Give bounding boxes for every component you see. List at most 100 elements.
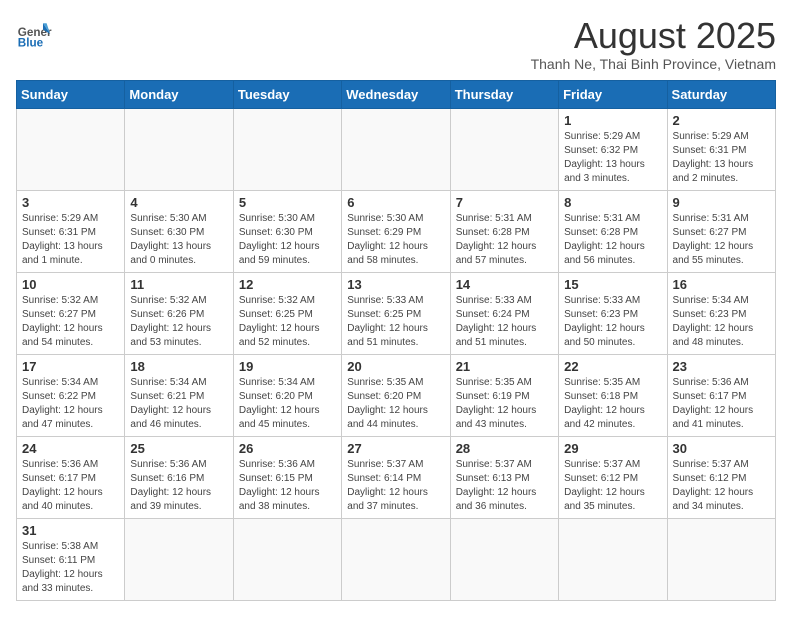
- day-info: Sunrise: 5:32 AMSunset: 6:27 PMDaylight:…: [22, 294, 119, 350]
- day-number: 31: [22, 523, 119, 538]
- day-number: 28: [456, 441, 553, 456]
- day-info: Sunrise: 5:30 AMSunset: 6:30 PMDaylight:…: [130, 212, 227, 268]
- day-number: 7: [456, 195, 553, 210]
- day-info: Sunrise: 5:33 AMSunset: 6:23 PMDaylight:…: [564, 294, 661, 350]
- month-year-title: August 2025: [531, 16, 776, 56]
- calendar-week-6: 31 Sunrise: 5:38 AMSunset: 6:11 PMDayligh…: [17, 518, 776, 600]
- calendar-cell: 23Sunrise: 5:36 AMSunset: 6:17 PMDayligh…: [667, 354, 775, 436]
- svg-text:Blue: Blue: [18, 37, 44, 50]
- day-number: 2: [673, 113, 770, 128]
- calendar-cell: 18 Sunrise: 5:34 AMSunset: 6:21 PMDayligh…: [125, 354, 233, 436]
- calendar-cell: 31 Sunrise: 5:38 AMSunset: 6:11 PMDayligh…: [17, 518, 125, 600]
- calendar-cell: 16 Sunrise: 5:34 AMSunset: 6:23 PMDayligh…: [667, 272, 775, 354]
- calendar-cell: [125, 518, 233, 600]
- calendar-cell: 14Sunrise: 5:33 AMSunset: 6:24 PMDayligh…: [450, 272, 558, 354]
- day-info: Sunrise: 5:37 AMSunset: 6:14 PMDaylight:…: [347, 458, 444, 514]
- day-info: Sunrise: 5:33 AMSunset: 6:25 PMDaylight:…: [347, 294, 444, 350]
- day-info: Sunrise: 5:30 AMSunset: 6:29 PMDaylight:…: [347, 212, 444, 268]
- calendar-cell: 10 Sunrise: 5:32 AMSunset: 6:27 PMDayligh…: [17, 272, 125, 354]
- day-number: 19: [239, 359, 336, 374]
- calendar-cell: 2 Sunrise: 5:29 AMSunset: 6:31 PMDaylight…: [667, 108, 775, 190]
- calendar-cell: [17, 108, 125, 190]
- calendar-cell: [450, 108, 558, 190]
- day-number: 10: [22, 277, 119, 292]
- title-block: August 2025 Thanh Ne, Thai Binh Province…: [531, 16, 776, 72]
- day-info: Sunrise: 5:32 AMSunset: 6:25 PMDaylight:…: [239, 294, 336, 350]
- calendar-cell: 22Sunrise: 5:35 AMSunset: 6:18 PMDayligh…: [559, 354, 667, 436]
- day-info: Sunrise: 5:35 AMSunset: 6:18 PMDaylight:…: [564, 376, 661, 432]
- col-header-friday: Friday: [559, 80, 667, 108]
- logo-icon: General Blue: [16, 16, 52, 52]
- day-number: 18: [130, 359, 227, 374]
- day-info: Sunrise: 5:36 AMSunset: 6:17 PMDaylight:…: [22, 458, 119, 514]
- day-info: Sunrise: 5:36 AMSunset: 6:16 PMDaylight:…: [130, 458, 227, 514]
- day-number: 23: [673, 359, 770, 374]
- calendar-cell: [342, 518, 450, 600]
- calendar-cell: 17Sunrise: 5:34 AMSunset: 6:22 PMDayligh…: [17, 354, 125, 436]
- calendar-cell: 21Sunrise: 5:35 AMSunset: 6:19 PMDayligh…: [450, 354, 558, 436]
- col-header-thursday: Thursday: [450, 80, 558, 108]
- day-number: 9: [673, 195, 770, 210]
- col-header-tuesday: Tuesday: [233, 80, 341, 108]
- calendar-week-4: 17Sunrise: 5:34 AMSunset: 6:22 PMDayligh…: [17, 354, 776, 436]
- day-info: Sunrise: 5:31 AMSunset: 6:27 PMDaylight:…: [673, 212, 770, 268]
- day-number: 12: [239, 277, 336, 292]
- calendar-week-5: 24 Sunrise: 5:36 AMSunset: 6:17 PMDayligh…: [17, 436, 776, 518]
- calendar-cell: [125, 108, 233, 190]
- calendar-cell: 7 Sunrise: 5:31 AMSunset: 6:28 PMDaylight…: [450, 190, 558, 272]
- col-header-saturday: Saturday: [667, 80, 775, 108]
- calendar-cell: 11 Sunrise: 5:32 AMSunset: 6:26 PMDayligh…: [125, 272, 233, 354]
- day-info: Sunrise: 5:31 AMSunset: 6:28 PMDaylight:…: [564, 212, 661, 268]
- day-info: Sunrise: 5:36 AMSunset: 6:15 PMDaylight:…: [239, 458, 336, 514]
- header: General Blue August 2025 Thanh Ne, Thai …: [16, 16, 776, 72]
- calendar-week-1: 1Sunrise: 5:29 AMSunset: 6:32 PMDaylight…: [17, 108, 776, 190]
- calendar-cell: 20Sunrise: 5:35 AMSunset: 6:20 PMDayligh…: [342, 354, 450, 436]
- day-number: 15: [564, 277, 661, 292]
- calendar-cell: 25Sunrise: 5:36 AMSunset: 6:16 PMDayligh…: [125, 436, 233, 518]
- calendar-cell: 19 Sunrise: 5:34 AMSunset: 6:20 PMDayligh…: [233, 354, 341, 436]
- day-info: Sunrise: 5:37 AMSunset: 6:12 PMDaylight:…: [564, 458, 661, 514]
- day-info: Sunrise: 5:30 AMSunset: 6:30 PMDaylight:…: [239, 212, 336, 268]
- calendar-week-2: 3 Sunrise: 5:29 AMSunset: 6:31 PMDaylight…: [17, 190, 776, 272]
- calendar-cell: 1Sunrise: 5:29 AMSunset: 6:32 PMDaylight…: [559, 108, 667, 190]
- day-number: 11: [130, 277, 227, 292]
- day-number: 26: [239, 441, 336, 456]
- calendar-header-row: SundayMondayTuesdayWednesdayThursdayFrid…: [17, 80, 776, 108]
- day-info: Sunrise: 5:29 AMSunset: 6:31 PMDaylight:…: [22, 212, 119, 268]
- day-info: Sunrise: 5:34 AMSunset: 6:23 PMDaylight:…: [673, 294, 770, 350]
- calendar-cell: [342, 108, 450, 190]
- day-info: Sunrise: 5:35 AMSunset: 6:19 PMDaylight:…: [456, 376, 553, 432]
- col-header-monday: Monday: [125, 80, 233, 108]
- day-number: 16: [673, 277, 770, 292]
- calendar-cell: [667, 518, 775, 600]
- day-number: 20: [347, 359, 444, 374]
- day-info: Sunrise: 5:34 AMSunset: 6:21 PMDaylight:…: [130, 376, 227, 432]
- calendar-cell: 15 Sunrise: 5:33 AMSunset: 6:23 PMDayligh…: [559, 272, 667, 354]
- calendar-cell: 13Sunrise: 5:33 AMSunset: 6:25 PMDayligh…: [342, 272, 450, 354]
- day-info: Sunrise: 5:32 AMSunset: 6:26 PMDaylight:…: [130, 294, 227, 350]
- calendar-cell: [559, 518, 667, 600]
- day-number: 5: [239, 195, 336, 210]
- day-info: Sunrise: 5:38 AMSunset: 6:11 PMDaylight:…: [22, 540, 119, 596]
- day-number: 3: [22, 195, 119, 210]
- calendar-cell: 3 Sunrise: 5:29 AMSunset: 6:31 PMDaylight…: [17, 190, 125, 272]
- day-info: Sunrise: 5:31 AMSunset: 6:28 PMDaylight:…: [456, 212, 553, 268]
- day-info: Sunrise: 5:33 AMSunset: 6:24 PMDaylight:…: [456, 294, 553, 350]
- day-number: 8: [564, 195, 661, 210]
- calendar-cell: 8 Sunrise: 5:31 AMSunset: 6:28 PMDaylight…: [559, 190, 667, 272]
- calendar-cell: 12 Sunrise: 5:32 AMSunset: 6:25 PMDayligh…: [233, 272, 341, 354]
- calendar-cell: [233, 518, 341, 600]
- day-info: Sunrise: 5:37 AMSunset: 6:13 PMDaylight:…: [456, 458, 553, 514]
- calendar-cell: 26 Sunrise: 5:36 AMSunset: 6:15 PMDayligh…: [233, 436, 341, 518]
- day-info: Sunrise: 5:37 AMSunset: 6:12 PMDaylight:…: [673, 458, 770, 514]
- day-info: Sunrise: 5:34 AMSunset: 6:20 PMDaylight:…: [239, 376, 336, 432]
- calendar-cell: [233, 108, 341, 190]
- day-number: 4: [130, 195, 227, 210]
- day-number: 24: [22, 441, 119, 456]
- calendar-cell: [450, 518, 558, 600]
- calendar-cell: 27Sunrise: 5:37 AMSunset: 6:14 PMDayligh…: [342, 436, 450, 518]
- calendar-cell: 5 Sunrise: 5:30 AMSunset: 6:30 PMDaylight…: [233, 190, 341, 272]
- day-number: 30: [673, 441, 770, 456]
- day-number: 29: [564, 441, 661, 456]
- day-info: Sunrise: 5:29 AMSunset: 6:31 PMDaylight:…: [673, 130, 770, 186]
